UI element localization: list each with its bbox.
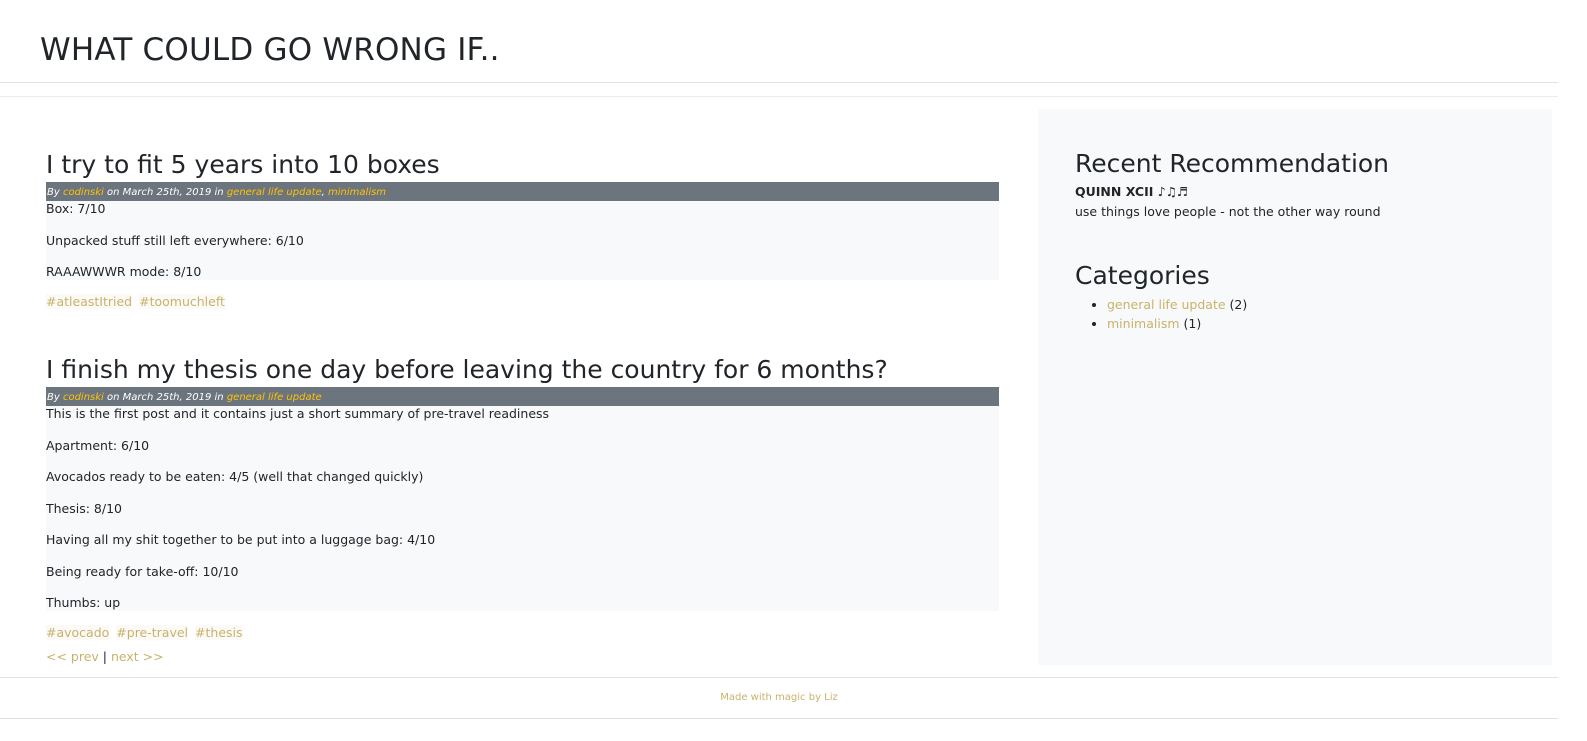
category-link[interactable]: general life update <box>227 187 322 198</box>
pager-separator: | <box>102 649 108 664</box>
post-meta: By codinski on March 25th, 2019 in gener… <box>46 387 999 406</box>
post-tags: #atleastItried #toomuchleft <box>46 294 999 310</box>
author-link[interactable]: codinski <box>63 187 104 198</box>
post-tags: #avocado #pre-travel #thesis <box>46 625 999 641</box>
post-meta: By codinski on March 25th, 2019 in gener… <box>46 182 999 201</box>
category-item: minimalism (1) <box>1107 314 1247 333</box>
post-title[interactable]: I finish my thesis one day before leavin… <box>46 353 999 387</box>
header-divider <box>0 96 1558 97</box>
next-link[interactable]: next >> <box>111 649 164 664</box>
post-paragraph: Box: 7/10 <box>46 201 106 216</box>
category-item: general life update (2) <box>1107 295 1247 314</box>
tag-link[interactable]: #toomuchleft <box>139 294 225 309</box>
author-link[interactable]: codinski <box>63 392 104 403</box>
post-paragraph: This is the first post and it contains j… <box>46 406 550 421</box>
recommendation-heading: Recent Recommendation <box>1075 149 1390 178</box>
site-header: WHAT COULD GO WRONG IF.. <box>0 0 1558 83</box>
category-link[interactable]: minimalism <box>328 187 386 198</box>
category-count: (2) <box>1229 297 1248 312</box>
post-body: Box: 7/10 Unpacked stuff still left ever… <box>46 201 999 280</box>
tag-link[interactable]: #atleastItried <box>46 294 133 309</box>
category-count: (1) <box>1183 316 1202 331</box>
site-footer: Made with magic by Liz <box>0 677 1558 719</box>
post-paragraph: Unpacked stuff still left everywhere: 6/… <box>46 232 304 248</box>
post-paragraph: Apartment: 6/10 <box>46 437 150 453</box>
category-link[interactable]: minimalism <box>1107 316 1180 331</box>
recommendation-artist: QUINN XCII ♪♫♬ <box>1075 184 1189 199</box>
post-paragraph: Having all my shit together to be put in… <box>46 532 436 547</box>
post: I finish my thesis one day before leavin… <box>46 353 999 641</box>
categories-list: general life update (2) minimalism (1) <box>1093 295 1247 333</box>
post-title[interactable]: I try to fit 5 years into 10 boxes <box>46 148 999 182</box>
post-paragraph: Thesis: 8/10 <box>46 500 123 516</box>
meta-date: on March 25th, 2019 in <box>107 187 224 198</box>
post-paragraph: Being ready for take-off: 10/10 <box>46 563 239 579</box>
post: I try to fit 5 years into 10 boxes By co… <box>46 148 999 310</box>
site-title[interactable]: WHAT COULD GO WRONG IF.. <box>40 32 500 68</box>
post-body: This is the first post and it contains j… <box>46 406 999 611</box>
meta-by: By <box>47 392 60 403</box>
category-link[interactable]: general life update <box>227 392 322 403</box>
tag-link[interactable]: #pre-travel <box>116 625 189 640</box>
post-paragraph: RAAAWWWR mode: 8/10 <box>46 264 202 279</box>
tag-link[interactable]: #thesis <box>195 625 243 640</box>
prev-link[interactable]: << prev <box>46 649 99 664</box>
recommendation-text: use things love people - not the other w… <box>1075 204 1381 219</box>
sidebar: Recent Recommendation QUINN XCII ♪♫♬ use… <box>1038 109 1552 665</box>
meta-separator: , <box>321 187 325 198</box>
meta-by: By <box>47 187 60 198</box>
footer-credit-link[interactable]: Made with magic by Liz <box>720 692 838 703</box>
category-link[interactable]: general life update <box>1107 297 1226 312</box>
meta-date: on March 25th, 2019 in <box>107 392 224 403</box>
pagination: << prev | next >> <box>46 649 164 664</box>
post-paragraph: Thumbs: up <box>46 595 121 610</box>
categories-heading: Categories <box>1075 261 1210 290</box>
tag-link[interactable]: #avocado <box>46 625 110 640</box>
post-paragraph: Avocados ready to be eaten: 4/5 (well th… <box>46 469 424 484</box>
